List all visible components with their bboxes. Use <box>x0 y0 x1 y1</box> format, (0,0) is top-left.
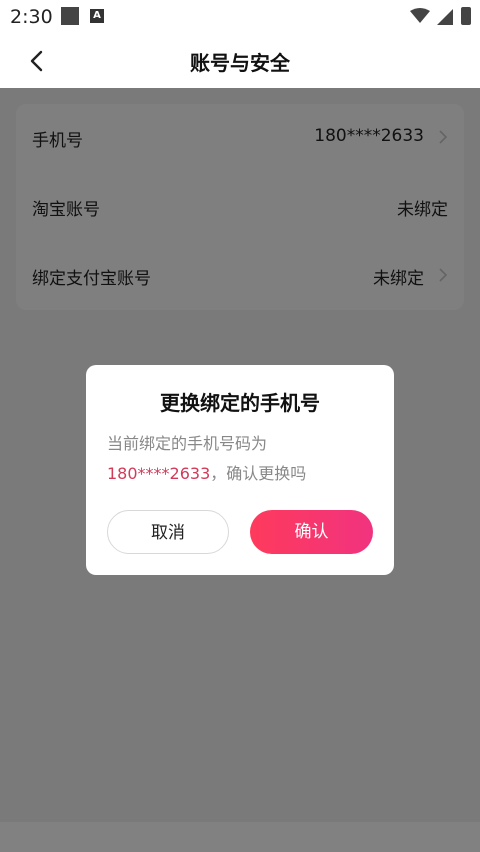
change-phone-dialog: 更换绑定的手机号 当前绑定的手机号码为 180****2633，确认更换吗 取消… <box>86 365 394 575</box>
status-bar: 2:30 A <box>0 0 480 34</box>
bottom-strip <box>0 822 480 852</box>
cancel-button[interactable]: 取消 <box>107 510 229 554</box>
signal-icon <box>437 9 453 25</box>
header: 账号与安全 <box>0 34 480 88</box>
a-badge-icon: A <box>90 9 104 23</box>
dialog-title: 更换绑定的手机号 <box>160 391 320 415</box>
confirm-button[interactable]: 确认 <box>250 510 373 554</box>
dialog-message-prefix: 当前绑定的手机号码为 <box>107 434 268 453</box>
page-title: 账号与安全 <box>190 51 290 75</box>
wifi-icon <box>410 8 430 23</box>
status-time: 2:30 <box>10 6 53 28</box>
dialog-phone: 180****2633 <box>107 464 211 483</box>
screen: 2:30 A 账号与安全 手机号 180****2633 淘宝账号 未绑定 <box>0 0 480 852</box>
battery-icon <box>461 7 471 25</box>
square-app-icon <box>61 7 79 25</box>
dialog-message: 当前绑定的手机号码为 180****2633，确认更换吗 <box>107 429 377 489</box>
dialog-message-suffix: ，确认更换吗 <box>210 464 307 483</box>
